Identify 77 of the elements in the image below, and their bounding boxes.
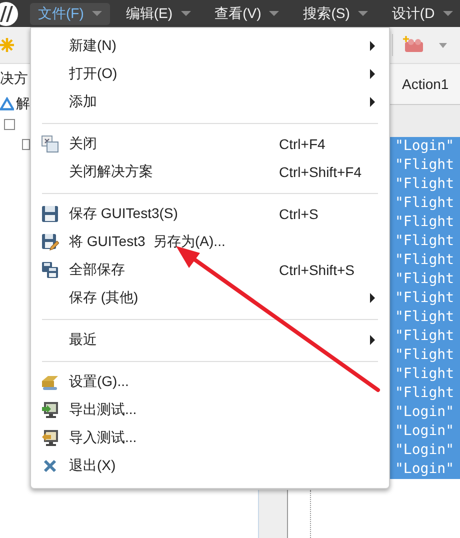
menu-label: 导出测试... <box>69 401 138 419</box>
menu-label: 关闭 <box>69 135 98 153</box>
collapse-icon[interactable] <box>4 118 15 130</box>
shortcut: Ctrl+Shift+S <box>279 262 354 278</box>
code-line: "Flight <box>395 384 456 403</box>
save-all-icon <box>41 261 59 279</box>
menu-item[interactable]: 搜索(S) <box>295 2 376 24</box>
caret-icon <box>358 11 368 16</box>
code-line: "Login" <box>395 403 456 422</box>
menu-label: 导入测试... <box>69 429 138 447</box>
code-line: "Login" <box>395 441 456 460</box>
code-line: "Flight <box>395 194 456 213</box>
code-line: "Login" <box>395 422 456 441</box>
code-line: "Login" <box>395 137 456 156</box>
menu-entry[interactable]: 最近 <box>31 326 389 354</box>
caret-icon <box>269 11 280 16</box>
splitter[interactable] <box>258 490 288 538</box>
monitor-export-icon <box>41 401 59 419</box>
solution-icon <box>0 97 14 111</box>
menu-label: 打开(O) <box>69 65 118 83</box>
code-line: "Flight <box>395 308 456 327</box>
code-line: "Flight <box>395 251 456 270</box>
code-line: "Flight <box>395 175 456 194</box>
editor-tab[interactable]: Action1 <box>402 76 449 92</box>
menu-item[interactable]: 编辑(E) <box>118 2 199 24</box>
expand-icon[interactable] <box>22 138 30 150</box>
floppy-pencil-icon <box>41 233 59 251</box>
menu-entry[interactable]: 保存 (其他) <box>31 284 389 312</box>
caret-icon <box>442 11 453 16</box>
menu-label: 全部保存 <box>69 261 126 279</box>
menu-label: 退出(X) <box>69 457 117 475</box>
menu-label: 关闭解决方案 <box>69 163 154 181</box>
brick-icon[interactable] <box>403 36 425 54</box>
caret-icon[interactable] <box>439 42 447 48</box>
menu-entry[interactable]: 关闭 Ctrl+F4 <box>31 130 389 158</box>
close-icon <box>41 457 59 475</box>
menu-item[interactable]: 文件(F) <box>30 2 110 24</box>
menu-entry[interactable]: 导出测试... <box>31 396 389 424</box>
panel-title: 决方 <box>0 70 28 88</box>
code-line: "Flight <box>395 156 456 175</box>
code-line: "Flight <box>395 327 456 346</box>
menu-entry[interactable]: 打开(O) <box>31 60 389 88</box>
code-line: "Flight <box>395 213 456 232</box>
menu-label: 保存 GUITest3(S) <box>69 205 179 223</box>
shortcut: Ctrl+Shift+F4 <box>279 164 362 180</box>
menu-label: 新建(N) <box>69 37 118 55</box>
caret-icon <box>92 11 102 16</box>
caret-icon <box>180 11 191 16</box>
star-icon <box>0 38 14 52</box>
close-document-icon <box>41 135 59 153</box>
menu-label: 添加 <box>69 93 98 111</box>
menu-label: 将 GUITest3 另存为(A)... <box>69 233 226 251</box>
monitor-import-icon <box>41 429 59 447</box>
code-line: "Flight <box>395 365 456 384</box>
menu-label: 最近 <box>69 331 98 349</box>
menu-label: 设置(G)... <box>69 373 130 391</box>
tree-item[interactable]: 解 <box>16 95 30 113</box>
menu-entry[interactable]: 添加 <box>31 88 389 116</box>
menu-item[interactable]: 设计(D <box>384 2 460 24</box>
code-line: "Flight <box>395 346 456 365</box>
shortcut: Ctrl+F4 <box>279 136 326 152</box>
menu-entry[interactable]: 设置(G)... <box>31 368 389 396</box>
shortcut: Ctrl+S <box>279 206 318 222</box>
code-line: "Login" <box>395 460 456 479</box>
menu-entry[interactable]: 全部保存 Ctrl+Shift+S <box>31 256 389 284</box>
menu-entry[interactable]: 将 GUITest3 另存为(A)... <box>31 228 389 256</box>
settings-icon <box>41 373 59 391</box>
menu-item[interactable]: 查看(V) <box>206 2 288 24</box>
code-line: "Flight <box>395 289 456 308</box>
menu-entry[interactable]: 导入测试... <box>31 424 389 452</box>
menu-entry[interactable]: 新建(N) <box>31 32 389 60</box>
code-line: "Flight <box>395 270 456 289</box>
menu-label: 保存 (其他) <box>69 289 140 307</box>
menu-entry[interactable]: 保存 GUITest3(S) Ctrl+S <box>31 200 389 228</box>
menu-entry[interactable]: 关闭解决方案 Ctrl+Shift+F4 <box>31 158 389 186</box>
code-line: "Flight <box>395 232 456 251</box>
menu-entry[interactable]: 退出(X) <box>31 452 389 480</box>
